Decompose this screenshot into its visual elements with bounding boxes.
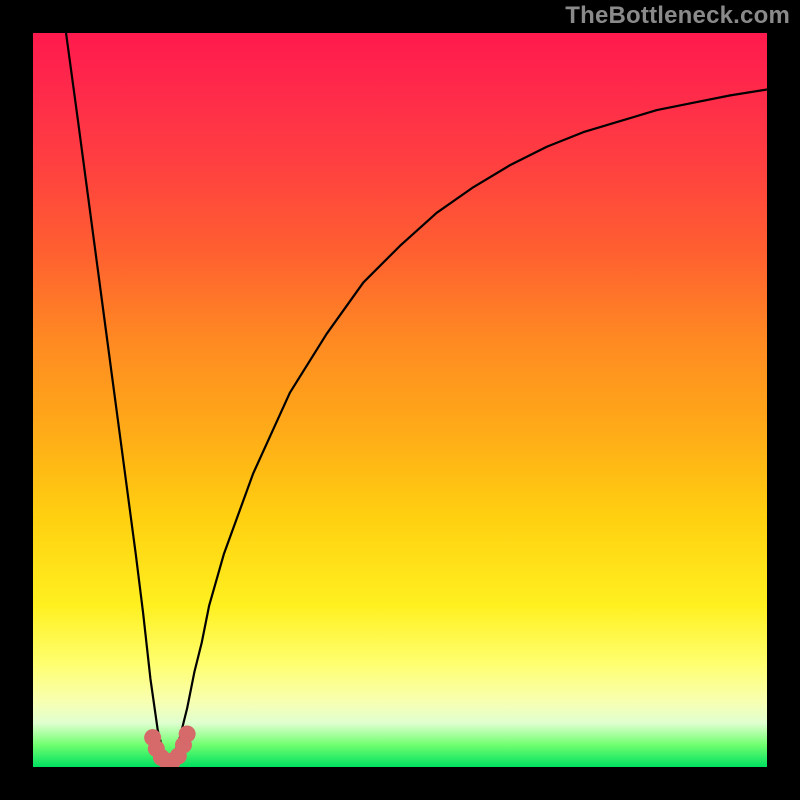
plot-area (33, 33, 767, 767)
curve-svg (33, 33, 767, 767)
data-marker (179, 725, 196, 742)
bottleneck-curve (66, 33, 767, 767)
watermark-text: TheBottleneck.com (565, 2, 790, 30)
outer-frame: TheBottleneck.com (0, 0, 800, 800)
